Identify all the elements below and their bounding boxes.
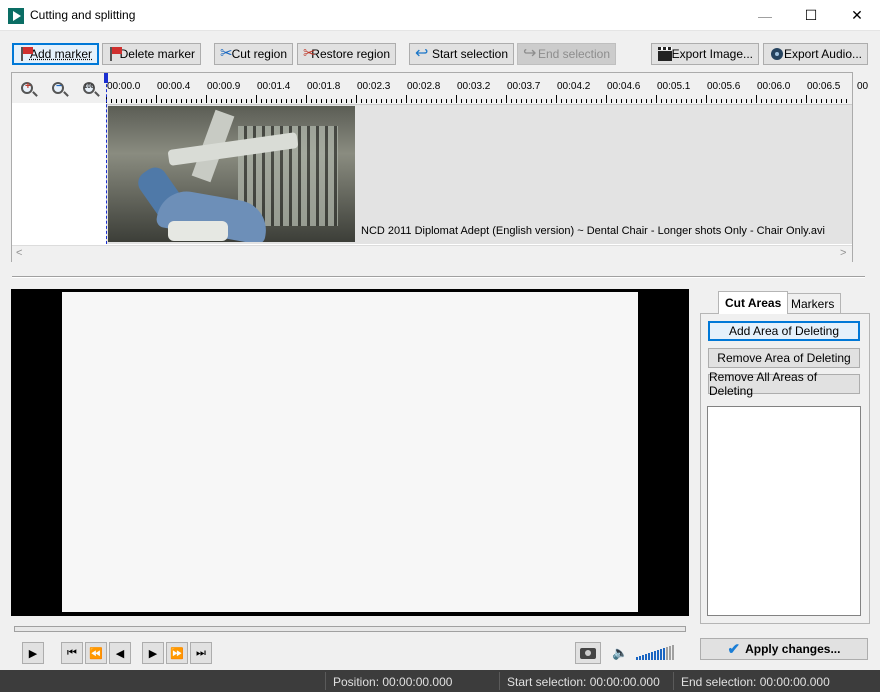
cut-areas-list[interactable]	[707, 406, 861, 616]
remove-area-button[interactable]: Remove Area of Deleting	[708, 348, 860, 368]
ruler-tick-label: 00:00.0	[107, 81, 141, 92]
ruler-tick-label: 00:05.1	[657, 81, 691, 92]
status-divider	[499, 672, 500, 690]
thumbnail-base	[168, 221, 228, 241]
volume-bar	[639, 656, 641, 660]
window-title: Cutting and splitting	[30, 8, 136, 22]
ruler-tick-label: 00:02.3	[357, 81, 391, 92]
volume-bar	[660, 649, 662, 660]
playhead-handle[interactable]	[104, 73, 108, 83]
audio-disc-icon	[769, 46, 783, 62]
zoom-in-icon: +	[21, 81, 33, 94]
export-audio-button[interactable]: Export Audio...	[763, 43, 868, 65]
app-video-icon	[8, 8, 24, 24]
clip-filename: NCD 2011 Diplomat Adept (English version…	[361, 225, 825, 237]
volume-bar	[636, 657, 638, 660]
ruler-tick-label: 00:03.7	[507, 81, 541, 92]
scroll-right-icon[interactable]: >	[840, 247, 846, 259]
export-image-button[interactable]: Export Image...	[651, 43, 759, 65]
end-selection-icon	[523, 43, 536, 63]
snapshot-button[interactable]	[575, 642, 601, 664]
ruler-tick-label: 00:06.0	[757, 81, 791, 92]
ruler-tick-label: 00:01.8	[307, 81, 341, 92]
status-position: Position: 00:00:00.000	[333, 675, 453, 689]
clip-thumbnail	[108, 106, 355, 242]
zoom-in-button[interactable]: +	[16, 77, 38, 99]
camera-icon	[580, 647, 596, 659]
step-forward-button[interactable]: ▶	[142, 642, 164, 664]
clapperboard-icon	[657, 46, 672, 62]
ruler-tick-label: 00:02.8	[407, 81, 441, 92]
restore-region-button[interactable]: Restore region	[297, 43, 396, 65]
volume-slider[interactable]	[636, 644, 678, 660]
checkmark-icon: ✔	[727, 641, 741, 658]
add-area-button[interactable]: Add Area of Deleting	[708, 321, 860, 341]
zoom-out-icon: −	[52, 81, 64, 94]
status-divider	[673, 672, 674, 690]
tab-markers[interactable]: Markers	[784, 293, 842, 313]
playhead[interactable]	[106, 74, 107, 244]
status-divider	[325, 672, 326, 690]
scroll-left-icon[interactable]: <	[16, 247, 22, 259]
seek-bar[interactable]	[14, 626, 686, 632]
scissors-icon	[220, 44, 232, 62]
ruler-tick-label: 00:05.6	[707, 81, 741, 92]
remove-all-areas-button[interactable]: Remove All Areas of Deleting	[708, 370, 860, 398]
cut-region-button[interactable]: Cut region	[214, 43, 293, 65]
apply-changes-button[interactable]: ✔ Apply changes...	[700, 638, 868, 660]
volume-bar	[672, 645, 674, 660]
status-end-selection: End selection: 00:00:00.000	[681, 675, 830, 689]
fast-forward-button[interactable]: ⏩	[166, 642, 188, 664]
volume-bar	[669, 646, 671, 660]
delete-marker-button[interactable]: Delete marker	[102, 43, 201, 65]
speaker-icon[interactable]: 🔈	[612, 645, 628, 661]
timeline-scrollbar[interactable]	[12, 245, 852, 262]
step-back-button[interactable]: ◀	[109, 642, 131, 664]
minimize-button[interactable]: —	[742, 0, 788, 31]
volume-bar	[648, 653, 650, 660]
volume-bar	[651, 652, 653, 660]
end-selection-button[interactable]: End selection	[517, 43, 616, 65]
zoom-fit-button[interactable]: 100	[78, 77, 100, 99]
ruler-tick-label: 00:06.5	[807, 81, 841, 92]
ruler-tick-label: 00:01.4	[257, 81, 291, 92]
rewind-button[interactable]: ⏪	[85, 642, 107, 664]
preview-frame	[62, 292, 638, 612]
section-divider	[12, 276, 865, 278]
volume-bar	[654, 651, 656, 660]
play-button[interactable]: ▶	[22, 642, 44, 664]
volume-bar	[645, 654, 647, 660]
ruler-major-ticks	[106, 95, 851, 103]
flag-add-icon	[19, 46, 33, 62]
add-marker-button[interactable]: Add marker	[12, 43, 99, 65]
flag-delete-icon	[108, 46, 122, 62]
start-selection-button[interactable]: Start selection	[409, 43, 514, 65]
volume-bar	[666, 647, 668, 660]
ruler-tick-label: 00:04.2	[557, 81, 591, 92]
tab-cut-areas[interactable]: Cut Areas	[718, 291, 789, 314]
start-selection-icon	[415, 43, 428, 63]
zoom-fit-icon: 100	[83, 82, 95, 94]
maximize-button[interactable]: ☐	[788, 0, 834, 31]
go-to-end-button[interactable]: ⏭	[190, 642, 212, 664]
ruler-tick-label: 00:00.4	[157, 81, 191, 92]
close-button[interactable]: ✕	[834, 0, 880, 31]
status-start-selection: Start selection: 00:00:00.000	[507, 675, 660, 689]
restore-scissors-icon	[303, 44, 316, 62]
volume-bar	[642, 655, 644, 660]
ruler-tick-label: 00:00.9	[207, 81, 241, 92]
volume-bar	[663, 648, 665, 660]
ruler-tick-label: 00	[857, 81, 869, 92]
ruler-tick-label: 00:03.2	[457, 81, 491, 92]
go-to-start-button[interactable]: ⏮	[61, 642, 83, 664]
zoom-out-button[interactable]: −	[47, 77, 69, 99]
volume-bar	[657, 650, 659, 660]
ruler-tick-label: 00:04.6	[607, 81, 641, 92]
